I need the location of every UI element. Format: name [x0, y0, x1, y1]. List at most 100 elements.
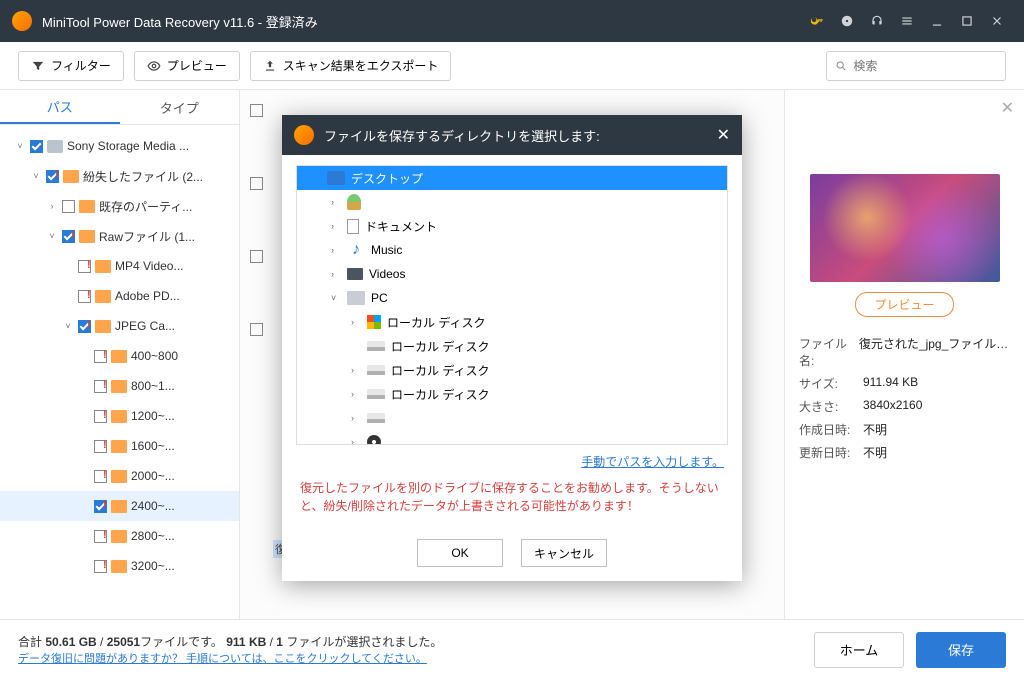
directory-row[interactable]: ›♪Music	[297, 238, 727, 262]
expand-toggle-icon[interactable]: ˅	[14, 141, 26, 151]
directory-row[interactable]: ˅PC	[297, 286, 727, 310]
folder-icon	[95, 320, 111, 333]
search-icon	[835, 59, 847, 73]
select-all-checkbox[interactable]	[250, 104, 263, 117]
file-checkbox[interactable]	[250, 323, 263, 336]
directory-row[interactable]: › ローカル ディスク	[297, 358, 727, 382]
expand-toggle-icon[interactable]: ˅	[62, 321, 74, 331]
directory-row[interactable]: デスクトップ	[297, 166, 727, 190]
key-icon[interactable]	[802, 6, 832, 36]
directory-row[interactable]: ›	[297, 406, 727, 430]
panel-close-icon[interactable]: ✕	[1001, 98, 1014, 118]
search-box[interactable]	[826, 51, 1006, 81]
expand-toggle-icon[interactable]: ˅	[331, 293, 341, 303]
tree-row[interactable]: 2000~...	[0, 461, 239, 491]
tree-row[interactable]: Adobe PD...	[0, 281, 239, 311]
tab-type[interactable]: タイプ	[120, 90, 240, 124]
expand-toggle-icon[interactable]: ›	[351, 413, 361, 423]
tree-label: 既存のパーティ...	[99, 198, 192, 215]
tree-label: 1600~...	[131, 439, 175, 453]
tree-checkbox[interactable]	[62, 200, 75, 213]
tree-row[interactable]: MP4 Video...	[0, 251, 239, 281]
meta-row: サイズ:911.94 KB	[799, 375, 1010, 392]
tree-row[interactable]: 400~800	[0, 341, 239, 371]
search-input[interactable]	[853, 59, 997, 73]
titlebar: MiniTool Power Data Recovery v11.6 - 登録済…	[0, 0, 1024, 42]
expand-toggle-icon[interactable]: ›	[331, 245, 341, 255]
tree-label: Sony Storage Media ...	[67, 139, 189, 153]
video-icon	[347, 268, 363, 280]
filter-button[interactable]: フィルター	[18, 51, 124, 81]
directory-row[interactable]: ›ローカル ディスク	[297, 310, 727, 334]
dialog-close-icon[interactable]: ✕	[717, 125, 730, 145]
disk-icon	[367, 413, 385, 423]
expand-toggle-icon[interactable]: ›	[331, 221, 341, 231]
expand-toggle-icon[interactable]: ›	[351, 317, 361, 327]
preview-open-button[interactable]: プレビュー	[855, 292, 953, 317]
tree-label: 3200~...	[131, 559, 175, 573]
tree-label: Adobe PD...	[115, 289, 180, 303]
expand-toggle-icon[interactable]: ›	[351, 389, 361, 399]
headset-icon[interactable]	[862, 6, 892, 36]
tree-row[interactable]: ˅紛失したファイル (2...	[0, 161, 239, 191]
directory-tree[interactable]: デスクトップ››ドキュメント›♪Music›Videos˅PC›ローカル ディス…	[296, 165, 728, 445]
tree-label: 2000~...	[131, 469, 175, 483]
maximize-icon[interactable]	[952, 6, 982, 36]
directory-row[interactable]: ›Videos	[297, 262, 727, 286]
folder-icon	[63, 170, 79, 183]
folder-icon	[111, 500, 127, 513]
disk-icon	[367, 365, 385, 375]
properties-panel: ✕ プレビュー ファイル名:復元された_jpg_ファイル(270サイズ:911.…	[784, 90, 1024, 619]
tree-row[interactable]: 1200~...	[0, 401, 239, 431]
directory-row[interactable]: ›	[297, 430, 727, 445]
expand-toggle-icon[interactable]: ›	[46, 201, 58, 211]
tree-label: Rawファイル (1...	[99, 228, 195, 245]
menu-icon[interactable]	[892, 6, 922, 36]
expand-toggle-icon[interactable]: ›	[351, 365, 361, 375]
minimize-icon[interactable]	[922, 6, 952, 36]
expand-toggle-icon[interactable]: ›	[331, 269, 341, 279]
folder-tree[interactable]: ˅ Sony Storage Media ... ˅紛失したファイル (2... › 既…	[0, 125, 239, 619]
dialog-ok-button[interactable]: OK	[417, 539, 503, 567]
tree-row[interactable]: 800~1...	[0, 371, 239, 401]
file-checkbox[interactable]	[250, 250, 263, 263]
tree-row[interactable]: ˅ Rawファイル (1...	[0, 221, 239, 251]
directory-row[interactable]: ›	[297, 190, 727, 214]
tree-row[interactable]: › 既存のパーティ...	[0, 191, 239, 221]
tree-row[interactable]: 2400~...	[0, 491, 239, 521]
tree-row[interactable]: ˅JPEG Ca...	[0, 311, 239, 341]
directory-label: ローカル ディスク	[391, 386, 490, 403]
pc-icon	[347, 291, 365, 305]
home-button[interactable]: ホーム	[814, 632, 904, 668]
tree-checkbox[interactable]	[30, 140, 43, 153]
tree-row[interactable]: ˅ Sony Storage Media ...	[0, 131, 239, 161]
export-button[interactable]: スキャン結果をエクスポート	[250, 51, 452, 81]
expand-toggle-icon[interactable]: ˅	[30, 171, 42, 181]
tab-path[interactable]: パス	[0, 90, 120, 124]
disc-icon[interactable]	[832, 6, 862, 36]
expand-toggle-icon[interactable]: ˅	[46, 231, 58, 241]
dialog-cancel-button[interactable]: キャンセル	[521, 539, 607, 567]
tree-row[interactable]: 2800~...	[0, 521, 239, 551]
directory-row[interactable]: ローカル ディスク	[297, 334, 727, 358]
folder-icon	[111, 440, 127, 453]
folder-icon	[111, 530, 127, 543]
sidebar: パス タイプ ˅ Sony Storage Media ... ˅紛失したファイル …	[0, 90, 240, 619]
status-bar: 合計 50.61 GB / 25051ファイルです。 911 KB / 1 ファ…	[0, 619, 1024, 679]
expand-toggle-icon[interactable]: ›	[351, 437, 361, 445]
close-icon[interactable]	[982, 6, 1012, 36]
directory-row[interactable]: › ローカル ディスク	[297, 382, 727, 406]
dialog-warning: 復元したファイルを別のドライブに保存することをお勧めします。そうしないと、紛失/…	[296, 477, 728, 523]
manual-path-link[interactable]: 手動でパスを入力します。	[581, 455, 724, 469]
tree-row[interactable]: 3200~...	[0, 551, 239, 581]
expand-toggle-icon[interactable]: ›	[331, 197, 341, 207]
preview-button[interactable]: プレビュー	[134, 51, 240, 81]
save-button[interactable]: 保存	[916, 632, 1006, 668]
directory-row[interactable]: ›ドキュメント	[297, 214, 727, 238]
file-checkbox[interactable]	[250, 177, 263, 190]
tree-row[interactable]: 1600~...	[0, 431, 239, 461]
directory-label: ローカル ディスク	[391, 362, 490, 379]
help-link[interactable]: データ復旧に問題がありますか？ 手順については、ここをクリックしてください。	[18, 650, 442, 666]
folder-icon	[47, 140, 63, 153]
status-text: 合計 50.61 GB / 25051ファイルです。 911 KB / 1 ファ…	[18, 633, 442, 650]
